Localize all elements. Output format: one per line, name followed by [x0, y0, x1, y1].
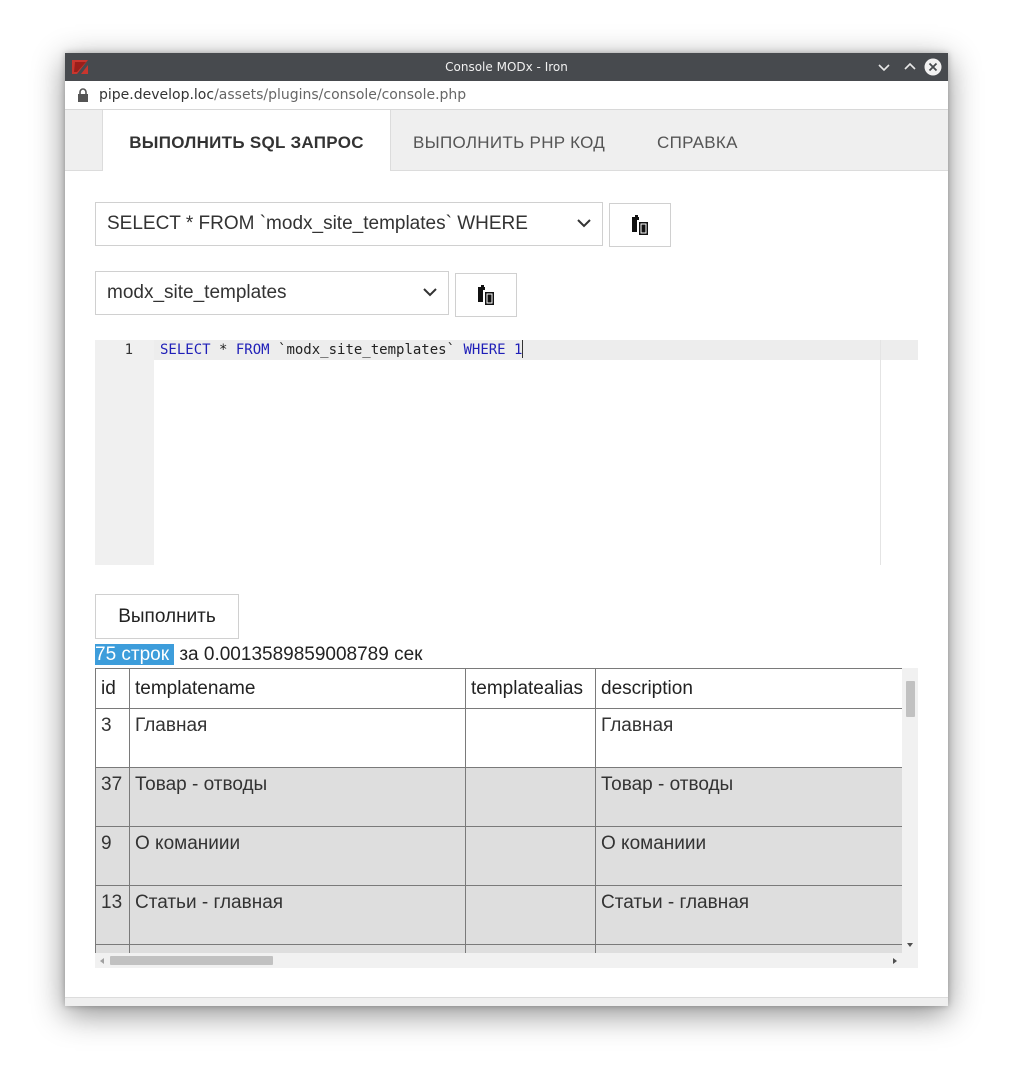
column-header-id[interactable]: id [95, 668, 130, 709]
table-row[interactable]: 3 Главная Главная [95, 708, 912, 768]
window-title: Console MODx - Iron [445, 60, 568, 74]
cell-id: 3 [95, 708, 130, 768]
sql-token: `modx_site_templates` [269, 342, 464, 358]
address-bar[interactable]: pipe.develop.loc/assets/plugins/console/… [65, 81, 948, 110]
cell-templatealias [465, 767, 596, 827]
vertical-scrollbar[interactable] [902, 668, 918, 953]
close-icon[interactable] [924, 58, 942, 76]
saved-query-value: SELECT * FROM `modx_site_templates` WHER… [107, 213, 528, 234]
results-table-container[interactable]: id templatename templatealias descriptio… [95, 668, 918, 968]
column-header-templatealias[interactable]: templatealias [465, 668, 596, 709]
insert-query-button[interactable] [609, 203, 671, 247]
cell-description: Статьи - главная [595, 885, 912, 945]
clipboard-icon [632, 215, 648, 235]
tab-help[interactable]: СПРАВКА [657, 110, 738, 170]
query-time: за 0.0013589859008789 сек [174, 644, 423, 665]
cell-templatename: Главная [129, 708, 466, 768]
lock-icon [78, 88, 88, 102]
execute-button[interactable]: Выполнить [95, 594, 239, 639]
tab-bar: ВЫПОЛНИТЬ SQL ЗАПРОС ВЫПОЛНИТЬ PHP КОД С… [65, 110, 948, 171]
horizontal-scrollbar[interactable] [95, 953, 918, 968]
line-number: 1 [124, 342, 133, 358]
sql-editor[interactable]: 1 SELECT * FROM `modx_site_templates` WH… [95, 340, 918, 565]
browser-window: Console MODx - Iron pipe.develop.loc/ass… [65, 53, 948, 1006]
column-header-templatename[interactable]: templatename [129, 668, 466, 709]
scroll-down-arrow-icon[interactable] [906, 941, 914, 949]
page-footer-bar [65, 997, 948, 1006]
url-host: pipe.develop.loc [99, 87, 215, 103]
table-row[interactable]: 37 Товар - отводы Товар - отводы [95, 767, 912, 827]
row-count: 75 строк [95, 644, 175, 665]
cell-id: 9 [95, 826, 130, 886]
sql-token: * [210, 342, 236, 358]
tab-sql-query[interactable]: ВЫПОЛНИТЬ SQL ЗАПРОС [102, 110, 391, 171]
clipboard-icon [478, 285, 494, 305]
editor-gutter: 1 [95, 340, 154, 565]
table-select-value: modx_site_templates [107, 282, 287, 303]
cell-id: 13 [95, 885, 130, 945]
query-stats: 75 строк за 0.0013589859008789 сек [95, 642, 422, 668]
text-cursor [522, 340, 524, 358]
minimize-chevron-down-icon[interactable] [875, 58, 893, 76]
sql-keyword: FROM [235, 342, 270, 358]
cell-description: Товар - отводы [595, 767, 912, 827]
horizontal-scroll-thumb[interactable] [110, 956, 273, 965]
column-header-description[interactable]: description [595, 668, 912, 709]
vertical-scroll-thumb[interactable] [906, 681, 915, 717]
url-text[interactable]: pipe.develop.loc/assets/plugins/console/… [99, 81, 466, 109]
cell-templatename: О команиии [129, 826, 466, 886]
chevron-down-icon [577, 219, 591, 228]
sql-keyword: SELECT [160, 342, 211, 358]
editor-code-line[interactable]: SELECT * FROM `modx_site_templates` WHER… [160, 340, 524, 360]
maximize-chevron-up-icon[interactable] [901, 58, 919, 76]
sql-token: 1 [505, 342, 523, 358]
window-titlebar[interactable]: Console MODx - Iron [65, 53, 948, 81]
cell-templatealias [465, 708, 596, 768]
scroll-left-arrow-icon[interactable] [98, 957, 106, 965]
sql-keyword: WHERE [463, 342, 506, 358]
url-path: /assets/plugins/console/console.php [214, 87, 467, 103]
table-header-row: id templatename templatealias descriptio… [95, 668, 912, 709]
cell-templatealias [465, 885, 596, 945]
table-row[interactable]: 9 О команиии О команиии [95, 826, 912, 886]
cell-description: О команиии [595, 826, 912, 886]
print-margin [880, 340, 881, 565]
saved-query-select[interactable]: SELECT * FROM `modx_site_templates` WHER… [95, 202, 603, 246]
cell-templatealias [465, 826, 596, 886]
cell-id: 37 [95, 767, 130, 827]
table-select[interactable]: modx_site_templates [95, 271, 449, 315]
scroll-right-arrow-icon[interactable] [891, 957, 899, 965]
table-row[interactable]: 13 Статьи - главная Статьи - главная [95, 885, 912, 945]
tab-php-code[interactable]: ВЫПОЛНИТЬ PHP КОД [413, 110, 605, 170]
insert-table-button[interactable] [455, 273, 517, 317]
results-table: id templatename templatealias descriptio… [95, 668, 912, 968]
cell-templatename: Товар - отводы [129, 767, 466, 827]
chevron-down-icon [423, 288, 437, 297]
cell-description: Главная [595, 708, 912, 768]
cell-templatename: Статьи - главная [129, 885, 466, 945]
